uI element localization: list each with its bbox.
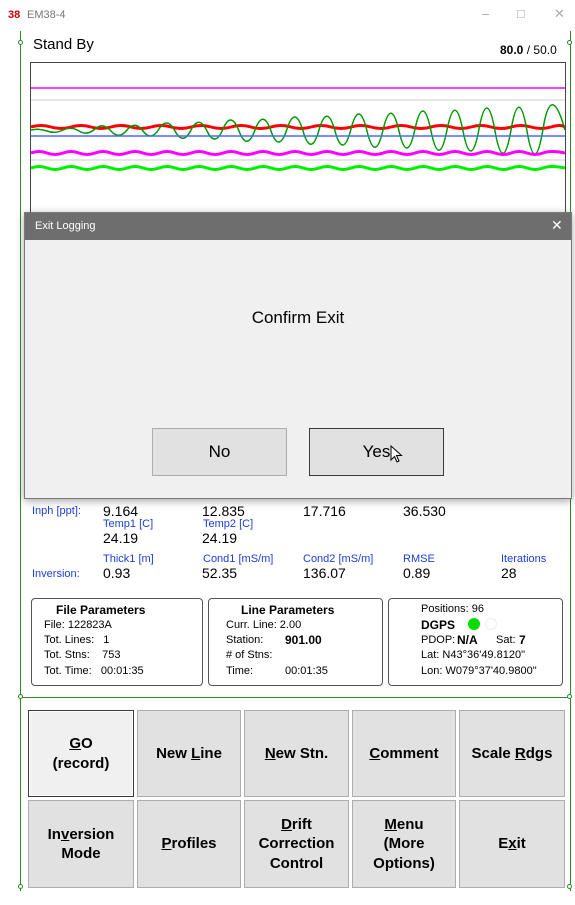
cond1-value: 52.35	[202, 565, 238, 581]
cond2-value: 136.07	[303, 565, 346, 581]
frame-divider	[20, 697, 571, 698]
file-name: File: 122823A	[44, 619, 112, 631]
maximize-button[interactable]: □	[517, 6, 525, 21]
dialog-title: Exit Logging	[35, 220, 96, 232]
current-line: Curr. Line: 2.00	[226, 619, 302, 631]
station-label: Station:	[226, 634, 264, 646]
plot-trace	[30, 165, 566, 171]
latitude: Lat: N43°36'49.8120"	[421, 649, 525, 661]
temp1-label: Temp1 [C]	[103, 518, 154, 530]
exit-button[interactable]: Exit	[459, 800, 565, 888]
iterations-value: 28	[501, 565, 517, 581]
gps-positions: Positions: 96	[421, 603, 484, 615]
time-value: 00:01:35	[285, 665, 328, 677]
drift-correction-button[interactable]: Drift Correction Control	[244, 800, 349, 888]
signal-readout: 80.0 / 50.0	[500, 43, 557, 57]
plot-trace	[30, 150, 566, 156]
frame-corner-dot	[567, 694, 572, 699]
new-line-button[interactable]: New Line	[137, 710, 241, 797]
thick1-value: 0.93	[103, 565, 131, 581]
file-parameters-panel: File Parameters File: 122823A Tot. Lines…	[31, 598, 203, 686]
plot-trace	[30, 124, 566, 130]
frame-corner-dot	[567, 884, 572, 889]
comment-button[interactable]: Comment	[352, 710, 456, 797]
inversion-label: Inversion:	[32, 568, 80, 580]
profiles-button[interactable]: Profiles	[137, 800, 241, 888]
total-lines: Tot. Lines: 1	[44, 634, 110, 646]
station-value: 901.00	[285, 633, 322, 647]
exit-logging-dialog: Exit Logging ✕ Confirm Exit No Yes	[24, 212, 572, 499]
yes-button[interactable]: Yes	[309, 428, 444, 476]
no-button[interactable]: No	[152, 428, 287, 476]
plot-canvas	[30, 87, 566, 171]
temp2-label: Temp2 [C]	[203, 518, 254, 530]
total-stations: Tot. Stns: 753	[44, 649, 121, 661]
new-station-button[interactable]: New Stn.	[244, 710, 349, 797]
panel-title: Line Parameters	[241, 603, 335, 617]
cond2-label: Cond2 [mS/m]	[303, 553, 374, 565]
scale-readings-button[interactable]: Scale Rdgs	[459, 710, 565, 797]
live-plot	[30, 62, 566, 222]
temp2-value: 24.19	[202, 530, 238, 546]
app-logo-icon: 38	[8, 9, 21, 21]
sat-value: 7	[519, 633, 526, 647]
sat-label: Sat:	[496, 634, 516, 646]
total-time: Tot. Time: 00:01:35	[44, 665, 144, 677]
rmse-label: RMSE	[403, 553, 435, 565]
iterations-label: Iterations	[501, 553, 547, 565]
inph-value: 17.716	[303, 503, 346, 519]
close-button[interactable]: ✕	[554, 6, 565, 22]
dgps-label: DGPS	[421, 618, 456, 632]
window-title: EM38-4	[27, 9, 66, 21]
inph-value: 9.164	[103, 503, 139, 519]
status-text: Stand By	[33, 36, 94, 53]
temp1-value: 24.19	[103, 530, 139, 546]
minimize-button[interactable]: –	[482, 6, 489, 21]
frame-corner-dot	[18, 884, 23, 889]
inph-value: 36.530	[403, 503, 446, 519]
pdop-label: PDOP:	[421, 634, 456, 646]
time-label: Time:	[226, 665, 254, 677]
longitude: Lon: W079°37'40.9800"	[421, 665, 537, 677]
thick1-label: Thick1 [m]	[103, 553, 154, 565]
gps-status-indicator-icon	[468, 618, 480, 630]
dialog-message: Confirm Exit	[251, 308, 345, 327]
rmse-value: 0.89	[403, 565, 431, 581]
pdop-value: N/A	[457, 633, 478, 647]
dialog-title-bar: Exit Logging ✕	[25, 213, 571, 240]
num-stations-label: # of Stns:	[226, 649, 273, 661]
frame-corner-dot	[18, 694, 23, 699]
gps-panel: Positions: 96 DGPS PDOP: N/A Sat: 7 Lat:…	[388, 598, 563, 686]
inversion-mode-button[interactable]: Inversion Mode	[28, 800, 134, 888]
dialog-close-button[interactable]: ✕	[551, 217, 563, 234]
menu-button[interactable]: Menu (More Options)	[352, 800, 456, 888]
inph-value: 12.835	[202, 503, 245, 519]
panel-title: File Parameters	[56, 603, 146, 617]
cond1-label: Cond1 [mS/m]	[203, 553, 274, 565]
frame-corner-dot	[567, 40, 572, 45]
inph-label: Inph [ppt]:	[32, 505, 81, 517]
line-parameters-panel: Line Parameters Curr. Line: 2.00 Station…	[208, 598, 383, 686]
mouse-cursor-icon	[390, 445, 403, 463]
gps-status-indicator-icon	[485, 618, 497, 630]
go-record-button[interactable]: GO (record)	[28, 710, 134, 797]
frame-corner-dot	[18, 40, 23, 45]
